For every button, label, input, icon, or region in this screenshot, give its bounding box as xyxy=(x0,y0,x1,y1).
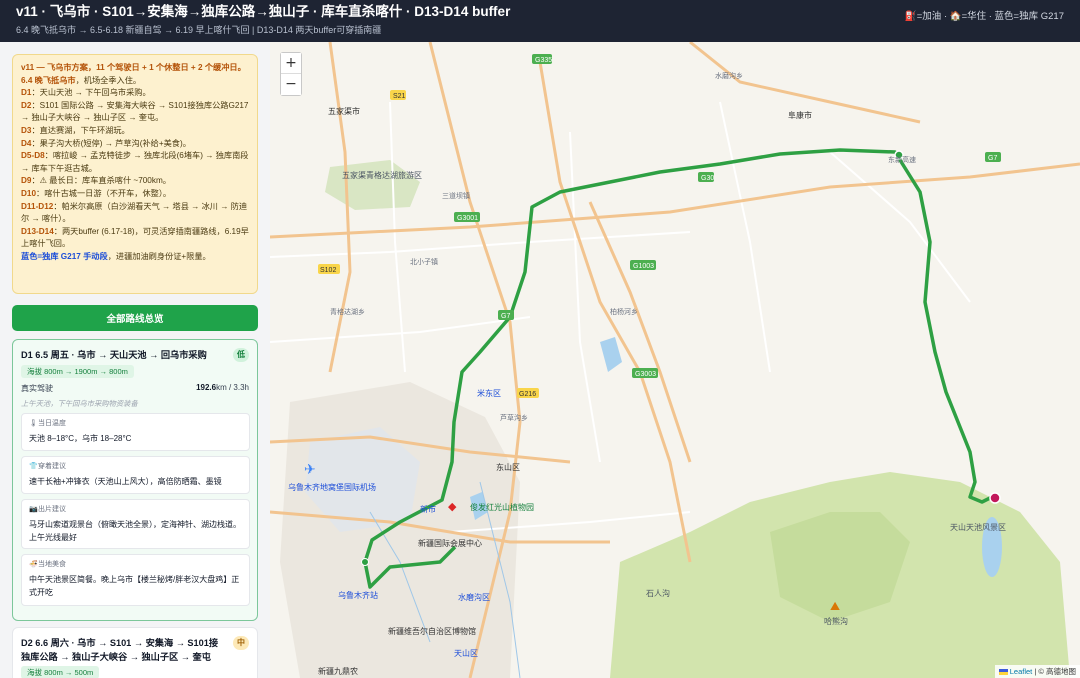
poi-icon: ◆ xyxy=(448,500,457,513)
svg-text:G3001: G3001 xyxy=(457,215,478,222)
note-head: v11 — 飞乌市方案，11 个驾驶日 + 1 个休整日 + 2 个缓冲日。 xyxy=(21,63,246,72)
plan-note: v11 — 飞乌市方案，11 个驾驶日 + 1 个休整日 + 2 个缓冲日。 6… xyxy=(12,54,258,294)
day-card-d2[interactable]: D2 6.6 周六 · 乌市 → S101 → 安集海 → S101接独库公路 … xyxy=(12,627,258,678)
day-title: D1 6.5 周五 · 乌市 → 天山天池 → 回乌市采购 xyxy=(21,350,207,360)
food-icon: 🍜 xyxy=(29,561,38,568)
page-subtitle: 6.4 晚飞抵乌市 → 6.5-6.18 新疆自驾 → 6.19 早上喀什飞回 … xyxy=(16,25,382,35)
drive-label: 真实驾驶 xyxy=(21,384,53,393)
flag-icon xyxy=(998,669,1008,676)
altitude-pill: 海拔 800m → 1900m → 800m xyxy=(21,365,134,378)
note-line-3: D3：直达赛湖，下午环湖玩。 xyxy=(21,125,130,135)
note-line-4: D4：果子沟大桥(短停) → 芦草沟(补给+美食)。 xyxy=(21,138,191,148)
shirt-icon: 👕 xyxy=(29,463,38,470)
photo-card: 📷出片建议 马牙山索道观景台（俯瞰天池全景），定海神针、湖边栈道。上午光线最好 xyxy=(21,499,250,549)
note-line-6: D9：⚠ 最长日：库车直杀喀什 ~700km。 xyxy=(21,176,171,186)
drive-value: 192.6km / 3.3h xyxy=(196,383,249,392)
clothing-card: 👕穿着建议 速干长袖+冲锋衣（天池山上风大），高倍防晒霜、墨镜 xyxy=(21,456,250,494)
svg-text:俊发红光山植物园: 俊发红光山植物园 xyxy=(470,502,534,512)
map-legend: ⛽=加油 · 🏠=华住 · 蓝色=独库 G217 xyxy=(904,11,1064,22)
leaflet-link[interactable]: Leaflet xyxy=(1010,667,1033,676)
tianchi-star-icon[interactable] xyxy=(989,492,1001,504)
urumqi-node-marker[interactable] xyxy=(361,558,369,566)
map-attribution: Leaflet | © 高德地图 xyxy=(994,665,1080,678)
top-header: v11 · 飞乌市 · S101→安集海→独库公路→独山子 · 库车直杀喀什 ·… xyxy=(0,0,1080,42)
svg-text:新疆维吾尔自治区博物馆: 新疆维吾尔自治区博物馆 xyxy=(388,626,476,636)
itinerary-sidebar[interactable]: v11 — 飞乌市方案，11 个驾驶日 + 1 个休整日 + 2 个缓冲日。 6… xyxy=(0,42,270,678)
zoom-in-button[interactable]: + xyxy=(281,53,301,74)
svg-text:G1003: G1003 xyxy=(633,263,654,270)
svg-text:北小子镇: 北小子镇 xyxy=(410,257,438,266)
svg-text:阜康市: 阜康市 xyxy=(788,110,812,120)
svg-text:柏杨河乡: 柏杨河乡 xyxy=(610,307,638,316)
svg-text:G30: G30 xyxy=(701,175,714,182)
camera-icon: 📷 xyxy=(29,506,38,513)
note-blue-legend: 蓝色=独库 G217 手动段 xyxy=(21,251,108,261)
svg-text:G335: G335 xyxy=(535,57,552,64)
svg-text:天山区: 天山区 xyxy=(454,648,478,658)
note-line-7: D10：喀什古城一日游（不开车，休整）。 xyxy=(21,188,172,198)
note-tail: 蓝色=独库 G217 手动段，进疆加油刷身份证+限量。 xyxy=(21,251,211,261)
svg-text:G216: G216 xyxy=(519,391,536,398)
day-card-d1[interactable]: D1 6.5 周五 · 乌市 → 天山天池 → 回乌市采购 低 海拔 800m … xyxy=(12,339,258,621)
altitude-pill: 海拔 800m → 500m xyxy=(21,666,100,678)
svg-text:芦草沟乡: 芦草沟乡 xyxy=(500,413,528,422)
svg-text:G7: G7 xyxy=(501,313,510,320)
day-title: D2 6.6 周六 · 乌市 → S101 → 安集海 → S101接独库公路 … xyxy=(21,638,219,662)
svg-text:五家渠青格达湖旅游区: 五家渠青格达湖旅游区 xyxy=(342,170,422,180)
note-line-5: D5-D8：喀拉峻 → 孟克特徒步 → 独库北段(6堵车) → 独库南段 → 库… xyxy=(21,151,249,173)
map-canvas[interactable]: ✈ ⛰ ◆ G335 S21 G7 G3001 G1003 G30 S102 G… xyxy=(270,42,1080,678)
note-line-2: D2：S101 国际公路 → 安集海大峡谷 → S101接独库公路G217 → … xyxy=(21,100,249,123)
svg-text:三道坝镇: 三道坝镇 xyxy=(442,191,470,200)
svg-text:米东区: 米东区 xyxy=(477,388,501,398)
svg-text:乌鲁木齐站: 乌鲁木齐站 xyxy=(338,590,378,600)
svg-text:石人沟: 石人沟 xyxy=(646,588,670,598)
note-line-1: D1：天山天池 → 下午回乌市采购。 xyxy=(21,88,151,98)
svg-text:青格达湖乡: 青格达湖乡 xyxy=(330,307,365,316)
day-summary: 上午天池，下午回乌市采购物资装备 xyxy=(21,399,138,408)
svg-text:乌鲁木齐地窝堡国际机场: 乌鲁木齐地窝堡国际机场 xyxy=(288,482,376,492)
note-line-8: D11-D12：帕米尔高原（白沙湖看天气 → 塔县 → 冰川 → 防迪尔 → 喀… xyxy=(21,201,248,224)
thermometer-icon: 🌡 xyxy=(29,420,38,427)
svg-text:天山天池风景区: 天山天池风景区 xyxy=(950,522,1006,532)
svg-text:G3003: G3003 xyxy=(635,371,656,378)
note-line-9: D13-D14：两天buffer (6.17-18)，可灵活穿插南疆路线，6.1… xyxy=(21,226,249,249)
svg-text:S21: S21 xyxy=(393,93,406,100)
svg-text:G7: G7 xyxy=(988,155,997,162)
difficulty-badge: 低 xyxy=(233,348,249,362)
svg-text:东新高速: 东新高速 xyxy=(888,155,916,164)
scenic-icon: ⛰ xyxy=(830,599,840,613)
svg-text:五家渠市: 五家渠市 xyxy=(328,106,360,116)
zoom-out-button[interactable]: − xyxy=(281,74,301,95)
airport-icon: ✈ xyxy=(304,462,316,478)
all-routes-button[interactable]: 全部路线总览 xyxy=(12,305,258,331)
svg-text:新疆九鼎农: 新疆九鼎农 xyxy=(318,666,358,676)
difficulty-badge: 中 xyxy=(233,636,249,650)
note-lines: D1：天山天池 → 下午回乌市采购。 D2：S101 国际公路 → 安集海大峡谷 … xyxy=(21,87,249,251)
svg-text:S102: S102 xyxy=(320,267,336,274)
weather-card: 🌡当日温度 天池 8–18°C，乌市 18–28°C xyxy=(21,413,250,451)
svg-text:水磨沟乡: 水磨沟乡 xyxy=(715,71,743,80)
zoom-control[interactable]: + − xyxy=(280,52,302,96)
svg-text:哈熊沟: 哈熊沟 xyxy=(824,616,848,626)
svg-text:东山区: 东山区 xyxy=(496,462,520,472)
svg-text:新疆国际会展中心: 新疆国际会展中心 xyxy=(418,538,482,548)
route-map[interactable]: ✈ ⛰ ◆ G335 S21 G7 G3001 G1003 G30 S102 G… xyxy=(270,42,1080,678)
svg-text:新市: 新市 xyxy=(420,504,436,514)
note-arrival: 6.4 晚飞抵乌市，机场全季入住。 xyxy=(21,75,142,85)
food-card: 🍜当地美食 中午天池景区简餐。晚上乌市【楼兰秘烤/胖老汉大盘鸡】正式开吃 xyxy=(21,554,250,606)
svg-text:水磨沟区: 水磨沟区 xyxy=(458,592,490,602)
